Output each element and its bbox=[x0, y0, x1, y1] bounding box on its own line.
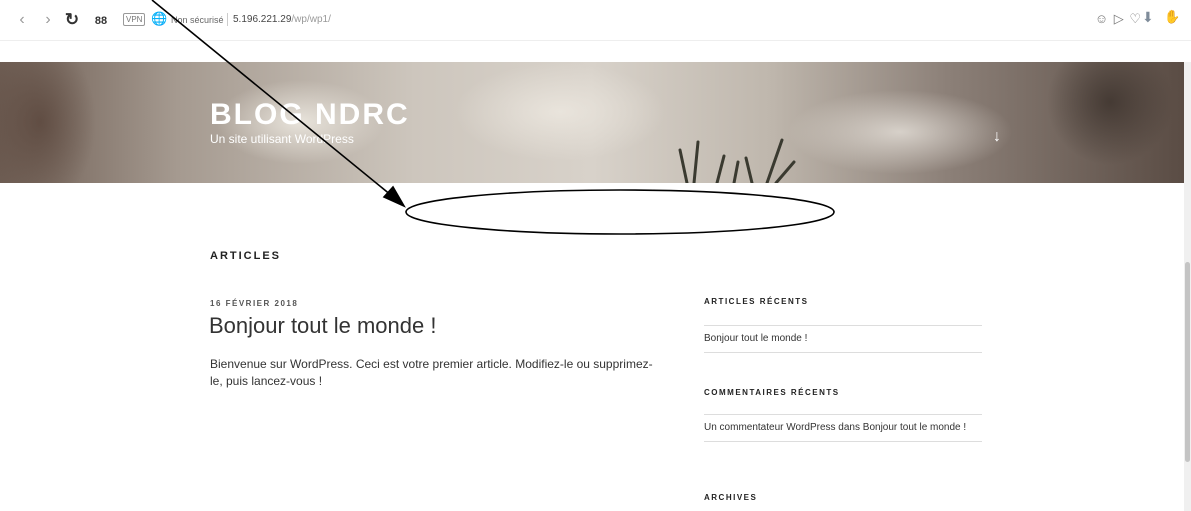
back-icon[interactable]: ‹ bbox=[14, 10, 30, 30]
globe-icon: 🌐 bbox=[151, 11, 168, 26]
site-description: Un site utilisant WordPress bbox=[210, 132, 354, 146]
recent-post-link[interactable]: Bonjour tout le monde ! bbox=[704, 325, 982, 353]
arrow-down-icon[interactable]: ↓ bbox=[993, 128, 1001, 146]
address-bar[interactable]: VPN 🌐 Non sécurisé 5.196.221.29/wp/wp1/ … bbox=[117, 10, 1172, 30]
url-text[interactable]: 5.196.221.29/wp/wp1/ bbox=[233, 12, 331, 28]
scrollbar-thumb[interactable] bbox=[1185, 262, 1190, 462]
address-bar-icons[interactable]: ☺ ▷ ♡ bbox=[1095, 11, 1142, 27]
vpn-badge[interactable]: VPN bbox=[123, 13, 146, 26]
reload-icon[interactable]: ↻ bbox=[64, 10, 80, 30]
post-date[interactable]: 16 FÉVRIER 2018 bbox=[210, 299, 298, 308]
recent-comments-title: COMMENTAIRES RÉCENTS bbox=[704, 388, 840, 397]
plant-decoration bbox=[678, 138, 796, 183]
extension-icon[interactable]: ✋ bbox=[1164, 9, 1180, 25]
post-excerpt: Bienvenue sur WordPress. Ceci est votre … bbox=[210, 357, 653, 388]
forward-icon[interactable]: › bbox=[40, 10, 56, 30]
header-image: BLOG NDRC Un site utilisant WordPress ↓ bbox=[0, 62, 1184, 183]
security-status[interactable]: Non sécurisé bbox=[171, 13, 224, 27]
section-title: ARTICLES bbox=[210, 250, 281, 262]
download-icon[interactable]: ⬇ bbox=[1142, 9, 1154, 26]
speed-dial-icon[interactable]: 88 bbox=[93, 11, 109, 31]
browser-toolbar: ‹ › ↻ 88 VPN 🌐 Non sécurisé 5.196.221.29… bbox=[0, 0, 1191, 41]
page-scrollbar[interactable] bbox=[1184, 62, 1191, 511]
site-title[interactable]: BLOG NDRC bbox=[210, 98, 410, 132]
post-title[interactable]: Bonjour tout le monde ! bbox=[209, 313, 436, 339]
annotation-arrow-head bbox=[382, 185, 406, 208]
recent-comments-list: Un commentateur WordPress dans Bonjour t… bbox=[704, 414, 982, 442]
annotation-ellipse bbox=[405, 189, 835, 235]
recent-posts-list: Bonjour tout le monde ! bbox=[704, 325, 982, 353]
archives-title: ARCHIVES bbox=[704, 493, 758, 502]
recent-posts-title: ARTICLES RÉCENTS bbox=[704, 297, 809, 306]
recent-comment-link[interactable]: Un commentateur WordPress dans Bonjour t… bbox=[704, 414, 982, 442]
address-separator bbox=[227, 13, 228, 26]
url-path: /wp/wp1/ bbox=[291, 14, 331, 25]
url-host: 5.196.221.29 bbox=[233, 14, 292, 25]
